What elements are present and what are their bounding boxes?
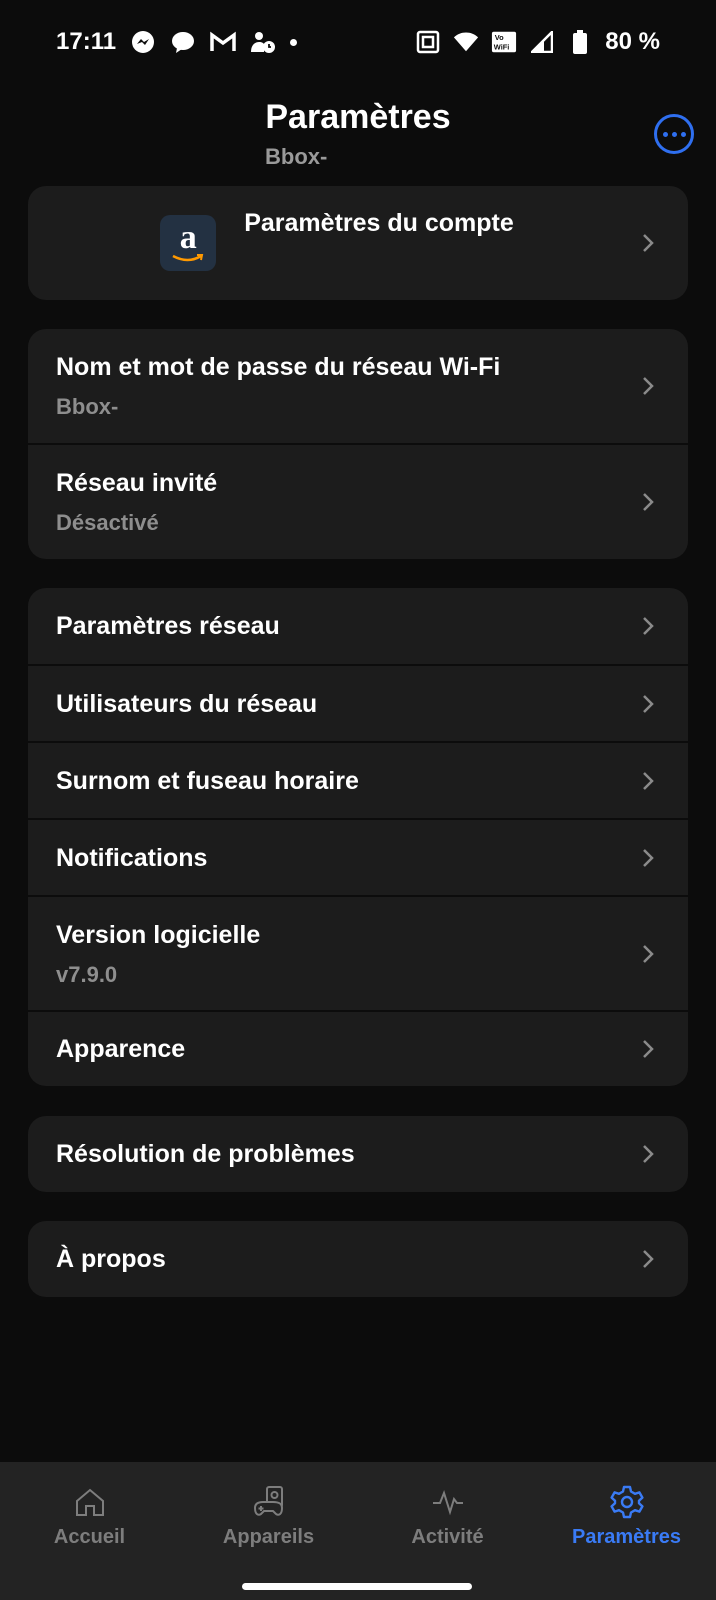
chevron-right-icon (643, 1250, 654, 1268)
bottom-nav: Accueil Appareils Activité Paramètres (0, 1462, 716, 1600)
wifi-name-value: Bbox- (56, 394, 119, 419)
status-left: 17:11 (56, 28, 298, 56)
network-users-row[interactable]: Utilisateurs du réseau (28, 664, 688, 741)
wifi-card: Nom et mot de passe du réseau Wi-Fi Bbox… (28, 329, 688, 559)
chevron-right-icon (643, 944, 654, 963)
nav-settings-label: Paramètres (572, 1526, 681, 1548)
nav-home[interactable]: Accueil (0, 1462, 179, 1600)
person-clock-icon (250, 29, 276, 55)
about-card: À propos (28, 1221, 688, 1297)
vowifi-icon: Vo WiFi (491, 29, 517, 55)
network-settings-row[interactable]: Paramètres réseau (28, 588, 688, 664)
chevron-right-icon (643, 377, 654, 395)
status-time: 17:11 (56, 28, 117, 55)
appearance-row[interactable]: Apparence (28, 1010, 688, 1086)
account-settings-label: Paramètres du compte (244, 209, 514, 237)
nav-activity[interactable]: Activité (358, 1462, 537, 1600)
battery-icon (567, 29, 593, 55)
wifi-name-row[interactable]: Nom et mot de passe du réseau Wi-Fi Bbox… (28, 329, 688, 443)
appearance-label: Apparence (56, 1035, 186, 1063)
about-label: À propos (56, 1245, 166, 1273)
chevron-right-icon (643, 493, 654, 511)
chevron-right-icon (643, 1040, 654, 1058)
chevron-right-icon (643, 617, 654, 635)
dot-icon (662, 131, 668, 137)
software-version-value: v7.9.0 (56, 961, 118, 987)
nav-activity-label: Activité (411, 1526, 484, 1548)
gmail-icon (210, 29, 236, 55)
nfc-icon (415, 29, 441, 55)
status-right: Vo WiFi 80 % (415, 28, 660, 56)
smile-icon (172, 254, 204, 262)
activity-icon (432, 1490, 463, 1516)
chevron-right-icon (643, 1145, 654, 1163)
chevron-right-icon (643, 694, 654, 713)
guest-network-row[interactable]: Réseau invité Désactivé (28, 443, 688, 559)
nickname-timezone-row[interactable]: Surnom et fuseau horaire (28, 741, 688, 818)
wifi-icon (453, 29, 479, 55)
nav-settings[interactable]: Paramètres (537, 1462, 716, 1600)
svg-text:Vo: Vo (495, 33, 504, 42)
chevron-right-icon (643, 234, 654, 252)
account-card: a Paramètres du compte (28, 186, 688, 300)
svg-text:WiFi: WiFi (494, 42, 510, 51)
home-icon (75, 1488, 104, 1516)
notifications-row[interactable]: Notifications (28, 818, 688, 895)
software-version-row[interactable]: Version logicielle v7.9.0 (28, 895, 688, 1010)
more-options-button[interactable] (654, 114, 694, 154)
page-subtitle: Bbox- (265, 144, 328, 169)
network-users-label: Utilisateurs du réseau (56, 689, 318, 718)
chat-icon (170, 29, 196, 55)
guest-network-value: Désactivé (56, 510, 159, 535)
home-indicator[interactable] (242, 1583, 472, 1590)
wifi-name-label: Nom et mot de passe du réseau Wi-Fi (56, 353, 501, 381)
dot-icon (290, 38, 298, 46)
chevron-right-icon (643, 848, 654, 867)
network-settings-label: Paramètres réseau (56, 612, 280, 640)
header: Paramètres Bbox- (0, 92, 716, 182)
nav-devices[interactable]: Appareils (179, 1462, 358, 1600)
troubleshooting-row[interactable]: Résolution de problèmes (28, 1116, 688, 1192)
nickname-timezone-label: Surnom et fuseau horaire (56, 766, 359, 795)
messenger-icon (130, 29, 156, 55)
page-title: Paramètres (265, 98, 451, 136)
devices-icon (253, 1486, 283, 1516)
guest-network-label: Réseau invité (56, 469, 218, 497)
account-settings-row[interactable]: a Paramètres du compte (28, 186, 688, 300)
about-row[interactable]: À propos (28, 1221, 688, 1297)
chevron-right-icon (643, 771, 654, 790)
amazon-logo: a (160, 215, 217, 271)
battery-percent: 80 % (605, 28, 660, 55)
nav-home-label: Accueil (53, 1526, 126, 1548)
status-bar: 17:11 Vo WiFi 80 % (0, 0, 716, 84)
dot-icon (680, 131, 686, 137)
dot-icon (671, 131, 677, 137)
settings-card: Paramètres réseau Utilisateurs du réseau… (28, 588, 688, 1086)
software-version-label: Version logicielle (56, 920, 261, 949)
troubleshooting-label: Résolution de problèmes (56, 1140, 355, 1168)
notifications-label: Notifications (56, 843, 208, 872)
troubleshooting-card: Résolution de problèmes (28, 1116, 688, 1192)
gear-icon (609, 1485, 644, 1519)
signal-icon (529, 29, 555, 55)
nav-devices-label: Appareils (222, 1526, 315, 1548)
